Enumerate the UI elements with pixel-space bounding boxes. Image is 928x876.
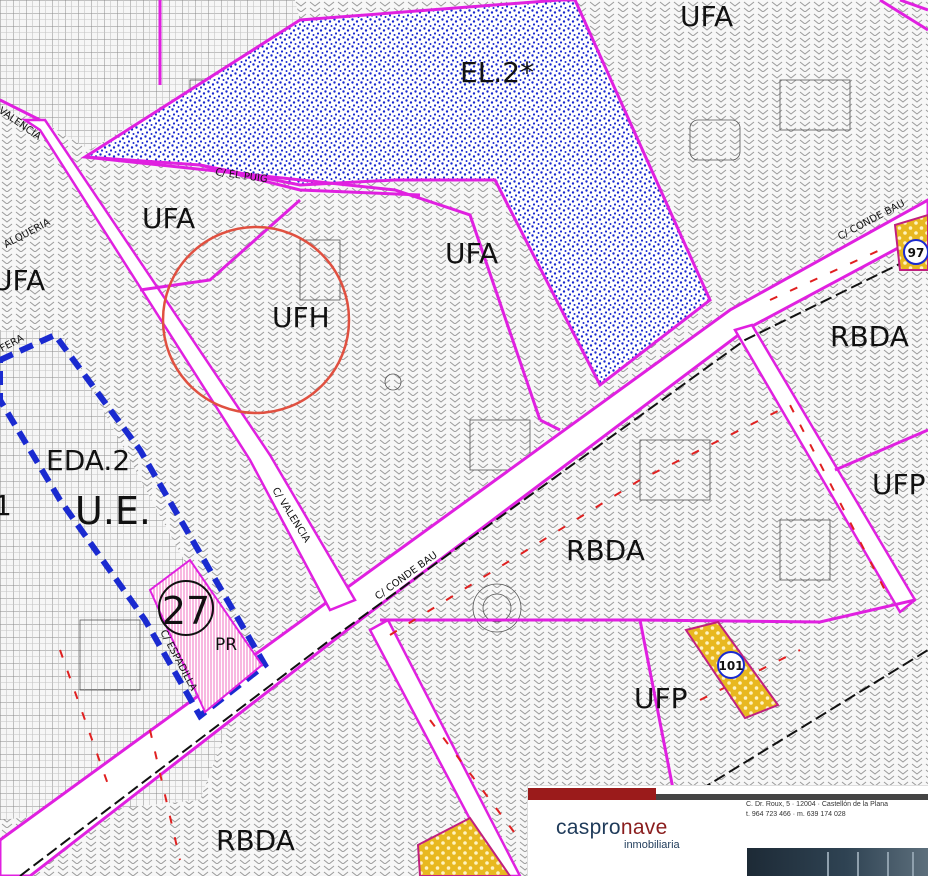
ad-building-photo xyxy=(747,848,928,876)
ad-brand-prefix: caspro xyxy=(556,816,621,839)
urban-zoning-map: 97 101 27 PR EL.2* UFA UFA UFA UFA UFH R… xyxy=(0,0,928,876)
ad-brand-suffix: nave xyxy=(620,816,668,839)
ad-red-bar xyxy=(528,788,656,800)
zone-eda2: EDA.2 xyxy=(46,444,130,477)
zone-rbda-center: RBDA xyxy=(566,534,645,567)
zone-ufp: UFP xyxy=(634,682,687,715)
zone-edge-digit: 1 xyxy=(0,489,12,522)
ad-brand-logo: caspronave xyxy=(556,816,668,840)
zone-ufh: UFH xyxy=(272,301,330,334)
zone-rbda-right: RBDA xyxy=(830,320,909,353)
marker-97-label: 97 xyxy=(908,246,925,260)
zone-ufa-far-left: UFA xyxy=(0,264,45,297)
pr-label: PR xyxy=(215,635,237,655)
zone-el2: EL.2* xyxy=(460,56,534,89)
zone-ufa-top-right: UFA xyxy=(680,0,733,33)
zone-ufp-edge: UFP xyxy=(872,468,925,501)
ad-brand-subtitle: inmobiliaria xyxy=(624,839,680,851)
ad-phone: t. 964 723 466 · m. 639 174 028 xyxy=(746,811,846,818)
marker-101-label: 101 xyxy=(718,659,743,673)
unit-number: 27 xyxy=(162,589,210,633)
ad-contact: C. Dr. Roux, 5 · 12004 · Castellón de la… xyxy=(746,800,888,820)
zone-rbda-bottom: RBDA xyxy=(216,824,295,857)
advertisement-banner[interactable]: caspronave inmobiliaria C. Dr. Roux, 5 ·… xyxy=(528,786,928,876)
ad-address: C. Dr. Roux, 5 · 12004 · Castellón de la… xyxy=(746,801,889,808)
zone-ufa-center: UFA xyxy=(445,237,498,270)
zone-ue: U.E. xyxy=(75,489,151,533)
zone-ufa-left-center: UFA xyxy=(142,202,195,235)
